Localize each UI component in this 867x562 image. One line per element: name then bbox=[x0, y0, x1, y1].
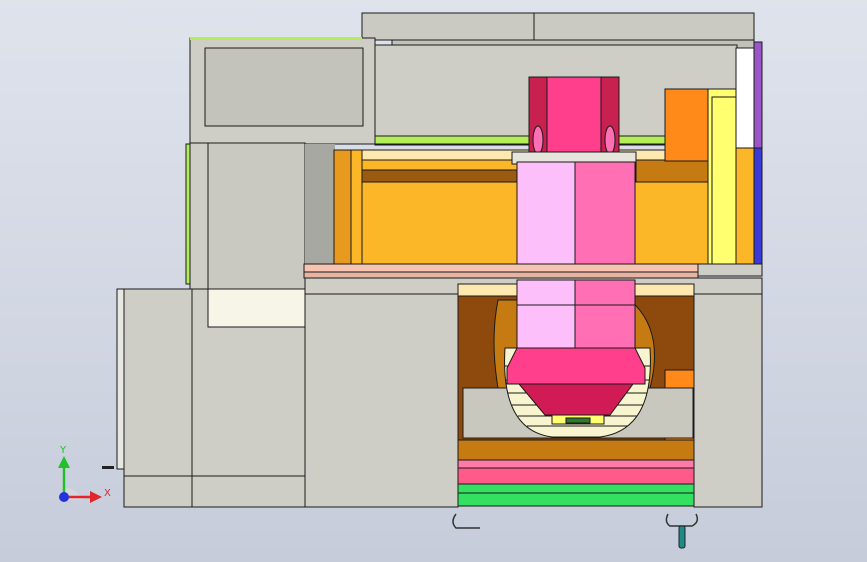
work-table bbox=[457, 439, 695, 507]
white-cover bbox=[735, 47, 755, 149]
column-top-strip bbox=[190, 37, 362, 40]
hook-right bbox=[665, 513, 699, 527]
z-axis-dot bbox=[59, 492, 69, 502]
hook-left bbox=[452, 513, 480, 529]
cad-viewport[interactable]: Y X bbox=[0, 0, 867, 562]
side-purple-plate bbox=[753, 41, 763, 149]
spindle-body bbox=[516, 161, 636, 271]
cream-panel bbox=[207, 288, 306, 328]
y-axis-label: Y bbox=[59, 445, 67, 456]
spindle-head bbox=[511, 76, 637, 165]
y-arrow-head bbox=[58, 456, 70, 468]
coordinate-triad: Y X bbox=[58, 445, 111, 503]
top-housing bbox=[361, 12, 755, 49]
side-blue-plate bbox=[753, 147, 763, 275]
cross-rail bbox=[303, 263, 763, 279]
machine-section-drawing: Y X bbox=[58, 12, 763, 549]
lever bbox=[102, 466, 114, 469]
drain-plug bbox=[678, 525, 686, 549]
x-axis-label: X bbox=[104, 488, 111, 499]
column-housing bbox=[189, 37, 376, 145]
column-shadow bbox=[305, 144, 335, 266]
x-arrow-head bbox=[90, 491, 102, 503]
